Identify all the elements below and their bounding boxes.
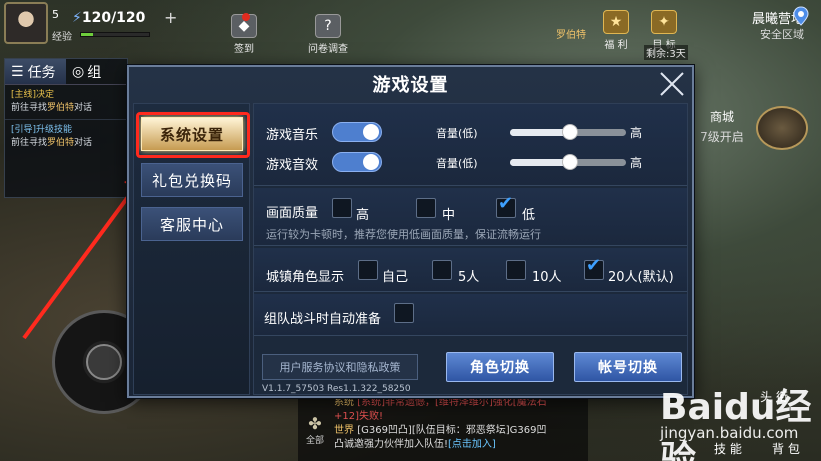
display-self-checkbox[interactable] [358,260,378,280]
display-section: 城镇角色显示 自己 5人 10人 ✔ 20人(默认) [254,248,687,292]
display-5-label: 5人 [458,270,480,285]
music-volume-label: 音量(低) [436,127,478,140]
toggle-knob [363,154,379,170]
checkmark-icon: ✔ [586,255,602,276]
game-scene: 5 ⚡120/120 + 经验 ◆ 签到 ? 问卷调查 罗伯特 ★ 福 利 ✦ … [0,0,821,461]
toggle-knob [363,124,379,140]
settings-content: 游戏音乐 音量(低) 高 游戏音效 音量(低) 高 画面质量 高 中 ✔ 低 运… [253,103,688,395]
audio-section: 游戏音乐 音量(低) 高 游戏音效 音量(低) 高 [254,104,687,186]
baidu-url-watermark: jingyan.baidu.com [660,424,799,442]
music-toggle[interactable] [332,122,382,142]
display-label: 城镇角色显示 [266,270,345,285]
display-10-checkbox[interactable] [506,260,526,280]
slider-thumb[interactable] [562,154,578,170]
quality-mid-label: 中 [442,208,456,223]
display-10-label: 10人 [532,270,562,285]
quality-high-checkbox[interactable] [332,198,352,218]
quality-low-checkbox[interactable]: ✔ [496,193,516,218]
policy-button[interactable]: 用户服务协议和隐私政策 [262,354,418,380]
music-label: 游戏音乐 [266,128,319,143]
sfx-toggle[interactable] [332,152,382,172]
sfx-volume-slider[interactable] [510,154,626,170]
slider-thumb[interactable] [562,124,578,140]
close-icon[interactable] [657,69,687,99]
display-20-label: 20人(默认) [608,270,674,285]
display-5-checkbox[interactable] [432,260,452,280]
quality-label: 画面质量 [266,206,319,221]
quality-low-label: 低 [522,208,536,223]
annotation-highlight-box [136,112,250,158]
checkmark-icon: ✔ [498,193,514,214]
quality-section: 画面质量 高 中 ✔ 低 运行较为卡顿时，推荐您使用低画面质量，保证流畅运行 [254,188,687,246]
quality-high-label: 高 [356,208,370,223]
quality-mid-checkbox[interactable] [416,198,436,218]
dialog-title: 游戏设置 [372,75,449,96]
auto-ready-checkbox[interactable] [394,303,414,323]
sfx-volume-label: 音量(低) [436,157,478,170]
tab-customer-service[interactable]: 客服中心 [141,207,243,241]
display-self-label: 自己 [382,270,409,285]
version-text: V1.1.7_57503 Res1.1.322_58250 [262,384,411,394]
switch-role-button[interactable]: 角色切换 [446,352,554,382]
quality-hint: 运行较为卡顿时，推荐您使用低画面质量，保证流畅运行 [266,228,541,241]
auto-ready-section: 组队战斗时自动准备 [254,294,687,336]
auto-ready-label: 组队战斗时自动准备 [264,312,382,327]
sfx-label: 游戏音效 [266,158,319,173]
music-volume-slider[interactable] [510,124,626,140]
sfx-high-label: 高 [630,156,643,170]
tab-gift-code[interactable]: 礼包兑换码 [141,163,243,197]
music-high-label: 高 [630,126,643,140]
display-20-checkbox[interactable]: ✔ [584,255,604,280]
baidu-watermark: Baidu经验 [660,387,812,461]
